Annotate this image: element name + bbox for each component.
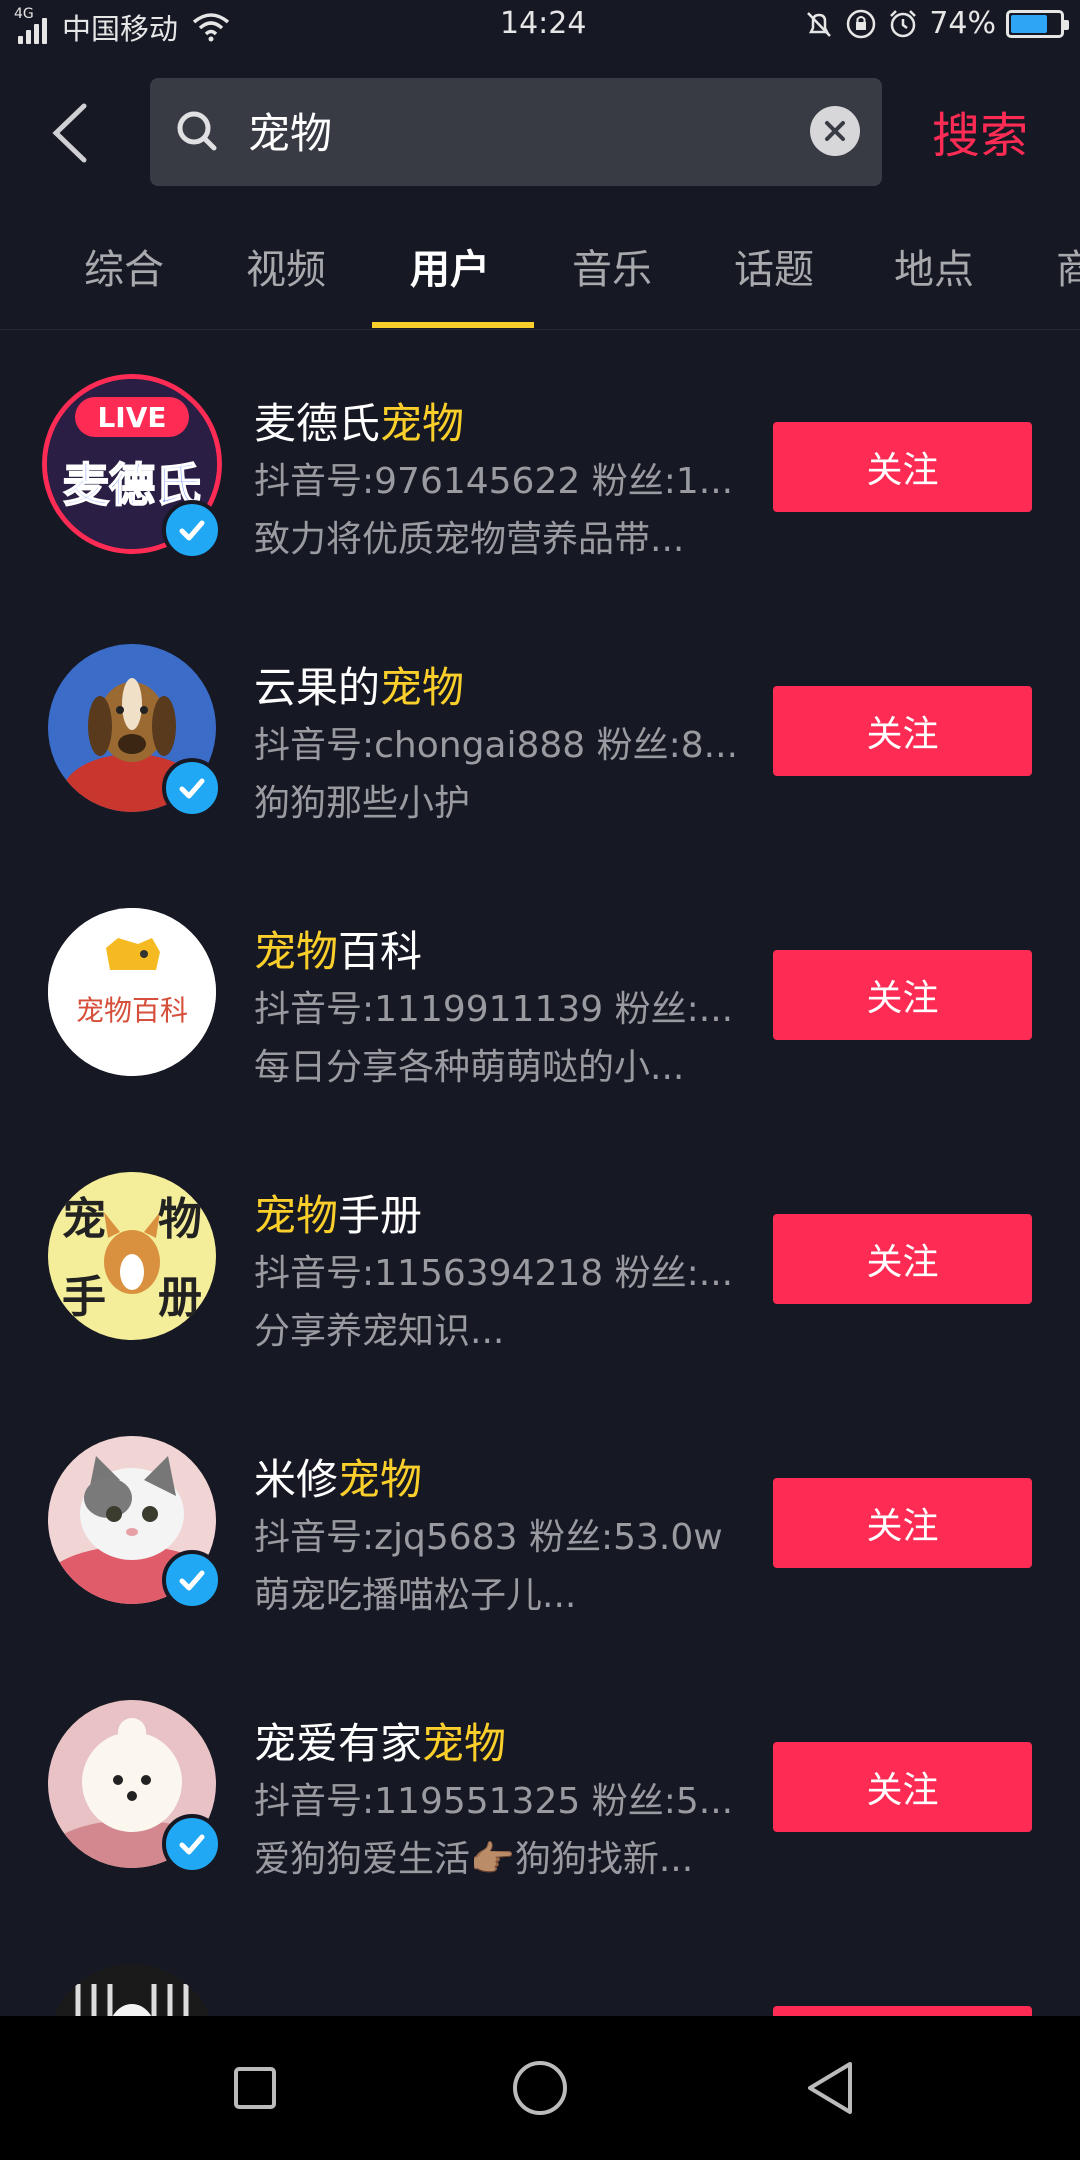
user-row[interactable]: 云果的宠物 抖音号:chongai888 粉丝:8... 狗狗那些小护 关注 — [0, 594, 1080, 858]
avatar-logo-text: 宠物百科 — [76, 994, 188, 1027]
wifi-icon — [192, 13, 230, 42]
follow-button[interactable]: 关注 — [773, 1478, 1032, 1568]
search-header: 宠物 搜索 — [0, 56, 1080, 196]
tab-topics[interactable]: 话题 — [734, 237, 814, 295]
clear-icon[interactable] — [810, 106, 860, 156]
signal-icon: 4G — [14, 6, 48, 44]
follow-button[interactable] — [773, 2006, 1032, 2016]
user-description: 爱狗狗爱生活👉🏽狗狗找新... — [254, 1839, 694, 1880]
user-row[interactable] — [0, 1914, 1080, 2016]
user-name: 米修宠物 — [254, 1455, 423, 1504]
tab-products[interactable]: 商 — [1056, 237, 1080, 295]
user-description: 每日分享各种萌萌哒的小... — [254, 1047, 685, 1088]
carrier-name: 中国移动 — [62, 12, 179, 46]
user-description: 狗狗那些小护 — [254, 783, 471, 824]
clock: 14:24 — [500, 6, 587, 41]
user-meta: 抖音号:1156394218 粉丝:... — [254, 1253, 734, 1294]
svg-text:宠: 宠 — [62, 1194, 106, 1245]
user-meta: 抖音号:1119911139 粉丝:... — [254, 989, 734, 1030]
svg-text:手: 手 — [62, 1272, 106, 1323]
user-meta: 抖音号:976145622 粉丝:1... — [254, 461, 734, 502]
user-row[interactable]: 宠爱有家宠物 抖音号:119551325 粉丝:5... 爱狗狗爱生活👉🏽狗狗找… — [0, 1650, 1080, 1914]
user-description: 分享养宠知识... — [254, 1311, 505, 1352]
tab-locations[interactable]: 地点 — [894, 237, 974, 295]
live-badge: LIVE — [97, 401, 166, 434]
battery-icon — [1006, 9, 1069, 38]
user-description: 萌宠吃播喵松子儿... — [254, 1575, 577, 1616]
recent-apps-icon[interactable] — [225, 2058, 285, 2118]
user-row[interactable]: 宠物百科 宠物百科 抖音号:1119911139 粉丝:... 每日分享各种萌萌… — [0, 858, 1080, 1122]
user-name: 麦德氏宠物 — [254, 399, 465, 448]
user-row[interactable]: LIVE 麦德氏 麦德氏宠物 抖音号:976145622 粉丝:1... 致力将… — [0, 330, 1080, 594]
user-name: 宠物百科 — [254, 927, 423, 976]
verified-icon — [162, 1814, 222, 1874]
follow-button[interactable]: 关注 — [773, 422, 1032, 512]
follow-button[interactable]: 关注 — [773, 1214, 1032, 1304]
follow-button[interactable]: 关注 — [773, 686, 1032, 776]
avatar[interactable] — [48, 1964, 216, 2016]
verified-icon — [162, 1550, 222, 1610]
user-meta: 抖音号:zjq5683 粉丝:53.0w — [254, 1517, 723, 1558]
avatar[interactable]: 宠物百科 — [48, 908, 216, 1076]
user-row[interactable]: 米修宠物 抖音号:zjq5683 粉丝:53.0w 萌宠吃播喵松子儿... 关注 — [0, 1386, 1080, 1650]
avatar[interactable]: 宠 物 手 册 — [48, 1172, 216, 1340]
verified-icon — [162, 500, 222, 560]
search-button[interactable]: 搜索 — [932, 96, 1028, 166]
user-row[interactable]: 宠 物 手 册 宠物手册 抖音号:1156394218 粉丝:... 分享养宠知… — [0, 1122, 1080, 1386]
search-icon — [177, 111, 217, 151]
status-left: 4G 中国移动 — [14, 6, 230, 48]
follow-button[interactable]: 关注 — [773, 950, 1032, 1040]
mute-bell-icon — [807, 11, 832, 37]
user-name: 宠物手册 — [254, 1191, 423, 1240]
follow-button[interactable]: 关注 — [773, 1742, 1032, 1832]
status-bar: 4G 中国移动 14:24 74% — [0, 0, 1080, 56]
verified-icon — [162, 758, 222, 818]
svg-text:册: 册 — [158, 1272, 202, 1323]
rotation-lock-icon — [847, 9, 876, 38]
user-description: 致力将优质宠物营养品带... — [254, 519, 685, 560]
back-arrow-icon[interactable] — [44, 98, 96, 168]
tab-music[interactable]: 音乐 — [572, 237, 652, 295]
user-meta: 抖音号:119551325 粉丝:5... — [254, 1781, 734, 1822]
home-icon[interactable] — [510, 2058, 570, 2118]
search-query: 宠物 — [248, 109, 333, 158]
user-name: 云果的宠物 — [254, 663, 465, 712]
system-nav-bar — [0, 2016, 1080, 2160]
user-meta: 抖音号:chongai888 粉丝:8... — [254, 725, 734, 766]
tab-comprehensive[interactable]: 综合 — [84, 237, 164, 295]
battery-percent: 74% — [929, 6, 996, 41]
active-tab-indicator — [372, 322, 534, 328]
search-input[interactable]: 宠物 — [150, 78, 882, 186]
status-right: 74% — [803, 6, 1069, 41]
tab-users[interactable]: 用户 — [410, 237, 490, 295]
user-name: 宠爱有家宠物 — [254, 1719, 507, 1768]
svg-text:物: 物 — [158, 1194, 202, 1245]
tab-video[interactable]: 视频 — [246, 237, 326, 295]
category-tabs: 综合 视频 用户 音乐 话题 地点 商 — [0, 205, 1080, 330]
back-nav-icon[interactable] — [800, 2058, 860, 2118]
alarm-icon — [890, 9, 917, 37]
